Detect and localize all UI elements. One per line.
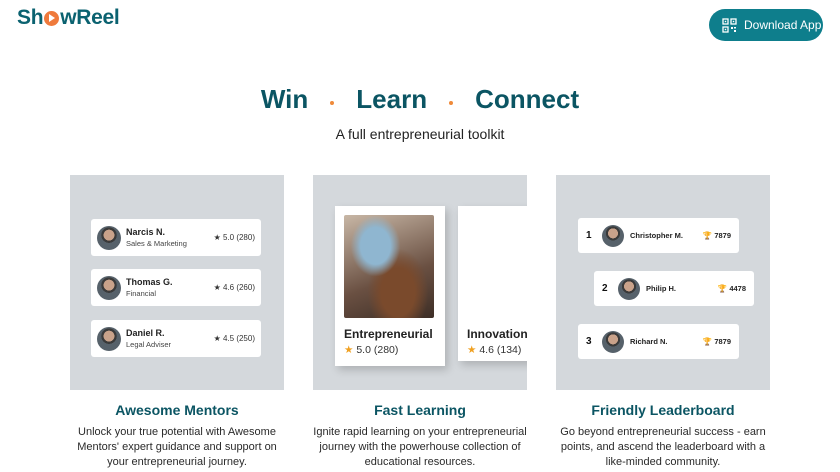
course-rating: ★ 5.0 (280): [344, 344, 399, 356]
play-circle-icon: [44, 10, 60, 26]
leaderboard-row[interactable]: 1 Christopher M. 🏆 7879: [578, 218, 739, 253]
leader-points: 🏆 7879: [702, 337, 731, 346]
showreel-logo[interactable]: Sh wReel: [17, 6, 120, 30]
mentor-item[interactable]: Narcis N. Sales & Marketing ★ 5.0 (280): [91, 219, 261, 256]
leader-points: 🏆 4478: [717, 284, 746, 293]
mentor-rating: ★ 5.0 (280): [213, 233, 255, 242]
mentor-name: Daniel R.: [126, 328, 165, 338]
leader-name: Richard N.: [630, 337, 668, 346]
site-header: Sh wReel Download App: [0, 0, 840, 48]
hero-title: Win Learn Connect: [0, 84, 840, 115]
course-image: [344, 215, 434, 318]
feature-title-leaderboard: Friendly Leaderboard: [591, 402, 735, 418]
leader-points: 🏆 7879: [702, 231, 731, 240]
mentor-role: Sales & Marketing: [126, 239, 187, 248]
hero-subtitle: A full entrepreneurial toolkit: [335, 126, 505, 142]
leaderboard-row[interactable]: 3 Richard N. 🏆 7879: [578, 324, 739, 359]
rank-number: 3: [586, 336, 592, 347]
course-title: Entrepreneurial: [344, 327, 433, 341]
mentor-name: Thomas G.: [126, 277, 173, 287]
mentor-rating: ★ 4.5 (250): [213, 334, 255, 343]
course-card[interactable]: Entrepreneurial ★ 5.0 (280): [335, 206, 445, 366]
avatar: [97, 225, 121, 250]
course-card[interactable]: Innovation ★ 4.6 (134): [458, 206, 527, 361]
hero-word-learn: Learn: [356, 84, 428, 114]
avatar: [602, 330, 624, 353]
star-icon: ★: [344, 344, 354, 356]
avatar: [97, 275, 121, 300]
learning-card: Entrepreneurial ★ 5.0 (280) Innovation ★…: [313, 175, 527, 390]
course-image: [467, 215, 527, 318]
mentor-name: Narcis N.: [126, 227, 166, 237]
mentor-rating: ★ 4.6 (260): [213, 283, 255, 292]
rank-number: 2: [602, 283, 608, 294]
feature-title-learning: Fast Learning: [374, 402, 466, 418]
hero-word-win: Win: [260, 84, 309, 114]
course-title: Innovation: [467, 327, 527, 341]
course-rating: ★ 4.6 (134): [467, 344, 522, 356]
leader-name: Philip H.: [646, 284, 676, 293]
avatar: [97, 326, 121, 351]
mentors-card: Narcis N. Sales & Marketing ★ 5.0 (280) …: [70, 175, 284, 390]
download-app-label: Download App: [744, 18, 822, 32]
feature-description-leaderboard: Go beyond entrepreneurial success - earn…: [560, 426, 766, 468]
mentor-item[interactable]: Daniel R. Legal Adviser ★ 4.5 (250): [91, 320, 261, 357]
qr-code-icon: [722, 17, 737, 33]
feature-description-mentors: Unlock your true potential with Awesome …: [77, 426, 277, 468]
feature-description-learning: Ignite rapid learning on your entreprene…: [313, 426, 527, 468]
leaderboard-row[interactable]: 2 Philip H. 🏆 4478: [594, 271, 754, 306]
avatar: [602, 224, 624, 247]
leader-name: Christopher M.: [630, 231, 683, 240]
star-icon: ★: [467, 344, 477, 356]
download-app-button[interactable]: Download App: [709, 9, 823, 41]
mentor-item[interactable]: Thomas G. Financial ★ 4.6 (260): [91, 269, 261, 306]
avatar: [618, 277, 640, 300]
mentor-role: Financial: [126, 289, 157, 298]
feature-title-mentors: Awesome Mentors: [115, 402, 239, 418]
hero-word-connect: Connect: [475, 84, 580, 114]
leaderboard-card: 1 Christopher M. 🏆 7879 2 Philip H. 🏆 44…: [556, 175, 770, 390]
mentor-role: Legal Adviser: [126, 340, 172, 349]
rank-number: 1: [586, 230, 592, 241]
